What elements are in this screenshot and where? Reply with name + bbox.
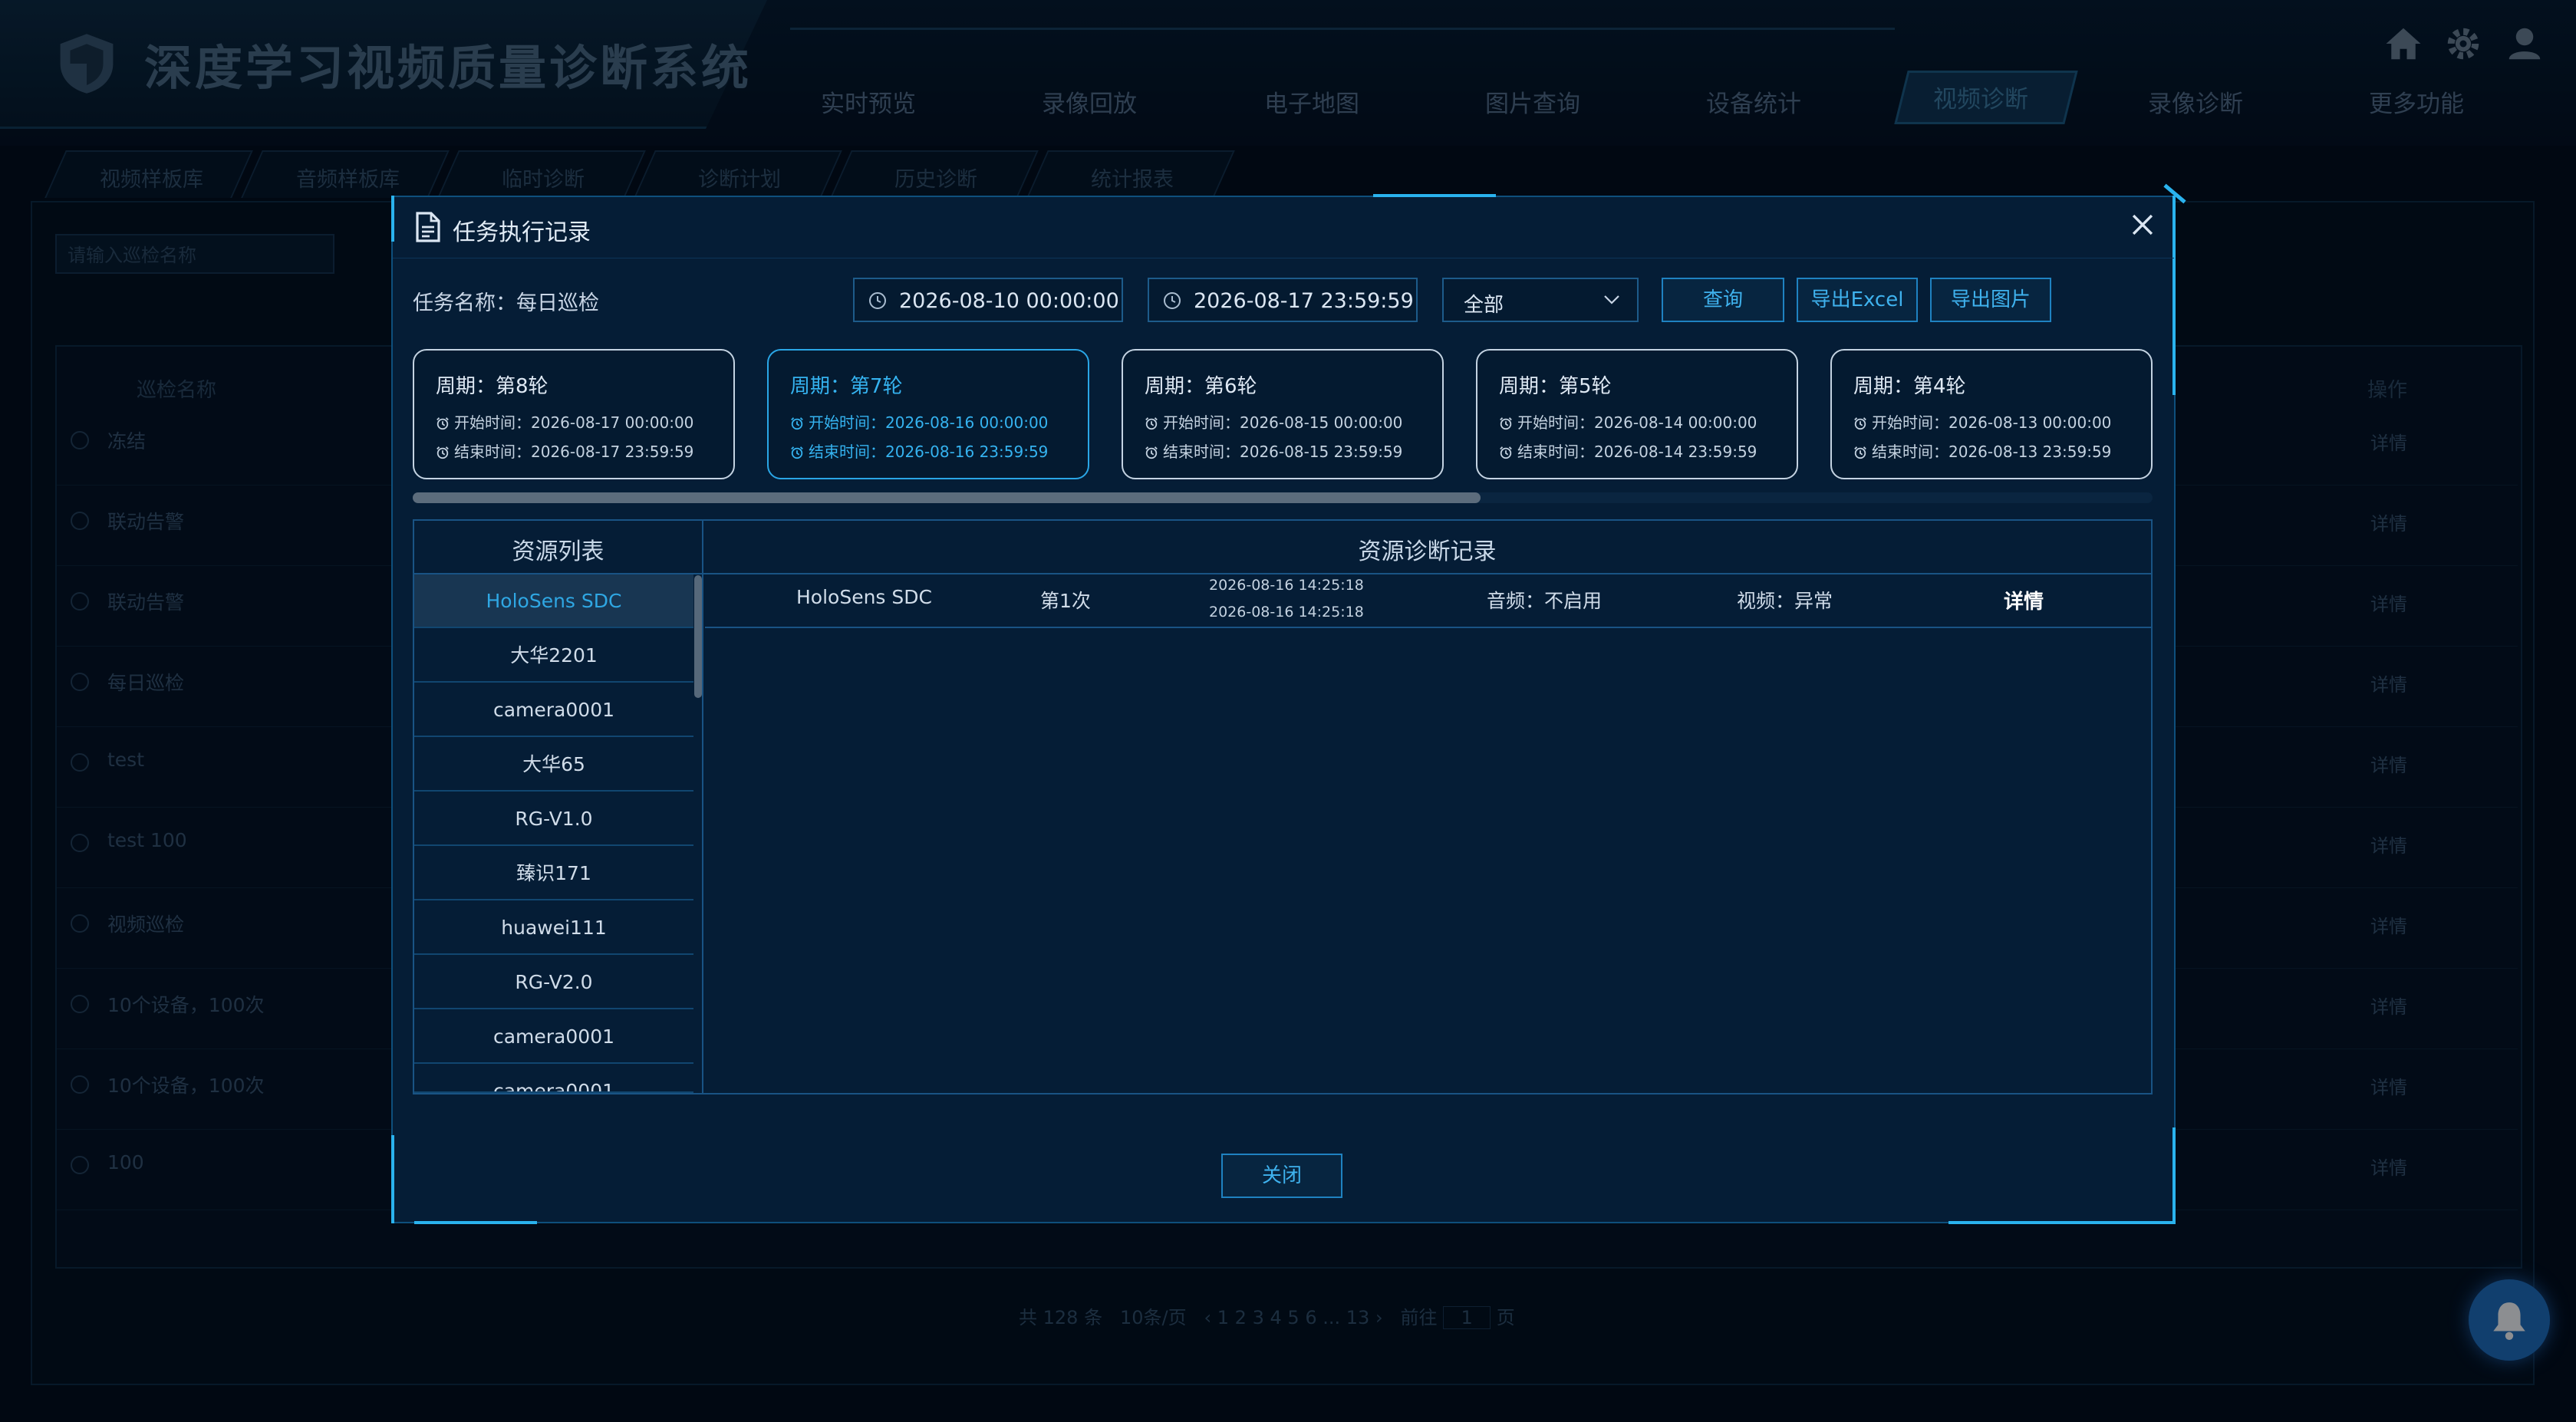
cycle-end-line: 结束时间：2026-08-13 23:59:59 <box>1853 439 2111 462</box>
cycle-start-time: 开始时间：2026-08-15 00:00:00 <box>1163 413 1403 432</box>
resource-list-item[interactable]: camera0001 <box>414 1065 693 1093</box>
cycle-end-line: 结束时间：2026-08-15 23:59:59 <box>1145 439 1402 462</box>
alarm-clock-icon <box>790 445 804 459</box>
diagnosis-record-title: 资源诊断记录 <box>1358 538 1497 565</box>
cycle-title: 周期：第5轮 <box>1499 375 1612 398</box>
corner-accent <box>414 1221 537 1224</box>
record-round: 第1次 <box>1040 590 1091 612</box>
corner-accent <box>1948 1221 2176 1224</box>
start-datetime-value: 2026-08-10 00:00:00 <box>899 289 1119 313</box>
record-time-end: 2026-08-16 14:25:18 <box>1209 604 1364 620</box>
record-time-start: 2026-08-16 14:25:18 <box>1209 577 1364 594</box>
document-icon <box>416 212 440 242</box>
alarm-clock-icon <box>1499 445 1513 459</box>
record-device: HoloSens SDC <box>796 586 932 608</box>
cycle-start-time: 开始时间：2026-08-13 00:00:00 <box>1872 413 2112 432</box>
cycle-end-line: 结束时间：2026-08-14 23:59:59 <box>1499 439 1757 462</box>
resource-list-item[interactable]: camera0001 <box>414 1010 693 1064</box>
cycle-start-line: 开始时间：2026-08-14 00:00:00 <box>1499 410 1757 433</box>
alarm-clock-icon <box>1499 416 1513 430</box>
cycle-card[interactable]: 周期：第7轮开始时间：2026-08-16 00:00:00 结束时间：2026-… <box>767 349 1089 479</box>
cycle-start-line: 开始时间：2026-08-16 00:00:00 <box>790 410 1048 433</box>
resource-list-item[interactable]: RG-V1.0 <box>414 792 693 846</box>
clock-icon <box>869 292 886 309</box>
modal-title: 任务执行记录 <box>453 219 591 246</box>
cycle-card[interactable]: 周期：第5轮开始时间：2026-08-14 00:00:00 结束时间：2026-… <box>1476 349 1798 479</box>
resource-list-title: 资源列表 <box>512 538 604 565</box>
end-datetime-value: 2026-08-17 23:59:59 <box>1194 289 1414 313</box>
corner-accent <box>391 1135 394 1223</box>
cycle-scrollbar-thumb[interactable] <box>413 492 1481 503</box>
cycle-card[interactable]: 周期：第6轮开始时间：2026-08-15 00:00:00 结束时间：2026-… <box>1122 349 1444 479</box>
cycle-end-line: 结束时间：2026-08-16 23:59:59 <box>790 439 1048 462</box>
clock-icon <box>1164 292 1181 309</box>
alarm-clock-icon <box>1145 416 1158 430</box>
cycle-title: 周期：第6轮 <box>1145 375 1257 398</box>
task-name-label: 任务名称：每日巡检 <box>413 291 599 315</box>
export-excel-button[interactable]: 导出Excel <box>1797 278 1918 322</box>
alarm-clock-icon <box>436 445 450 459</box>
cycle-start-time: 开始时间：2026-08-17 00:00:00 <box>454 413 694 432</box>
corner-accent <box>2172 1127 2176 1223</box>
cycle-end-time: 结束时间：2026-08-14 23:59:59 <box>1517 443 1757 461</box>
alarm-clock-icon <box>1853 416 1867 430</box>
cycle-end-time: 结束时间：2026-08-13 23:59:59 <box>1872 443 2112 461</box>
corner-accent <box>2172 196 2176 395</box>
cycle-title: 周期：第8轮 <box>436 375 548 398</box>
alarm-clock-icon <box>1853 445 1867 459</box>
resource-list-item[interactable]: RG-V2.0 <box>414 956 693 1009</box>
resource-list-item[interactable]: 大华2201 <box>414 629 693 683</box>
cycle-start-time: 开始时间：2026-08-16 00:00:00 <box>809 413 1049 432</box>
end-datetime-picker[interactable]: 2026-08-17 23:59:59 <box>1148 278 1418 322</box>
resource-list-item[interactable]: 臻识171 <box>414 847 693 900</box>
corner-accent <box>391 196 394 242</box>
cycle-end-time: 结束时间：2026-08-17 23:59:59 <box>454 443 694 461</box>
cycle-card[interactable]: 周期：第8轮开始时间：2026-08-17 00:00:00 结束时间：2026-… <box>413 349 735 479</box>
corner-accent <box>1373 194 1496 197</box>
close-button[interactable]: 关闭 <box>1221 1154 1342 1198</box>
record-detail-link[interactable]: 详情 <box>2004 586 2044 614</box>
resource-list-item[interactable]: HoloSens SDC <box>414 574 693 628</box>
start-datetime-picker[interactable]: 2026-08-10 00:00:00 <box>853 278 1123 322</box>
alarm-clock-icon <box>1145 445 1158 459</box>
cycle-start-line: 开始时间：2026-08-13 00:00:00 <box>1853 410 2111 433</box>
close-icon[interactable] <box>2130 212 2156 238</box>
cycle-start-time: 开始时间：2026-08-14 00:00:00 <box>1517 413 1757 432</box>
cycle-card[interactable]: 周期：第4轮开始时间：2026-08-13 00:00:00 结束时间：2026-… <box>1830 349 2153 479</box>
cycle-end-time: 结束时间：2026-08-16 23:59:59 <box>809 443 1049 461</box>
alarm-clock-icon <box>436 416 450 430</box>
record-audio-status: 音频：不启用 <box>1487 590 1603 612</box>
cycle-end-line: 结束时间：2026-08-17 23:59:59 <box>436 439 693 462</box>
status-filter-value: 全部 <box>1464 294 1504 317</box>
cycle-end-time: 结束时间：2026-08-15 23:59:59 <box>1163 443 1403 461</box>
resource-list-item[interactable]: camera0001 <box>414 683 693 737</box>
chevron-down-icon <box>1604 295 1619 304</box>
cycle-start-line: 开始时间：2026-08-17 00:00:00 <box>436 410 693 433</box>
status-filter-select[interactable]: 全部 <box>1442 278 1639 322</box>
cycle-start-line: 开始时间：2026-08-15 00:00:00 <box>1145 410 1402 433</box>
export-image-button[interactable]: 导出图片 <box>1930 278 2051 322</box>
alarm-clock-icon <box>790 416 804 430</box>
cycle-title: 周期：第4轮 <box>1853 375 1966 398</box>
cycle-title: 周期：第7轮 <box>790 375 903 398</box>
resource-list-scrollbar[interactable] <box>694 575 702 698</box>
query-button[interactable]: 查询 <box>1662 278 1784 322</box>
resource-list-item[interactable]: huawei111 <box>414 901 693 955</box>
resource-list-item[interactable]: 大华65 <box>414 738 693 792</box>
record-video-status: 视频：异常 <box>1737 590 1833 612</box>
